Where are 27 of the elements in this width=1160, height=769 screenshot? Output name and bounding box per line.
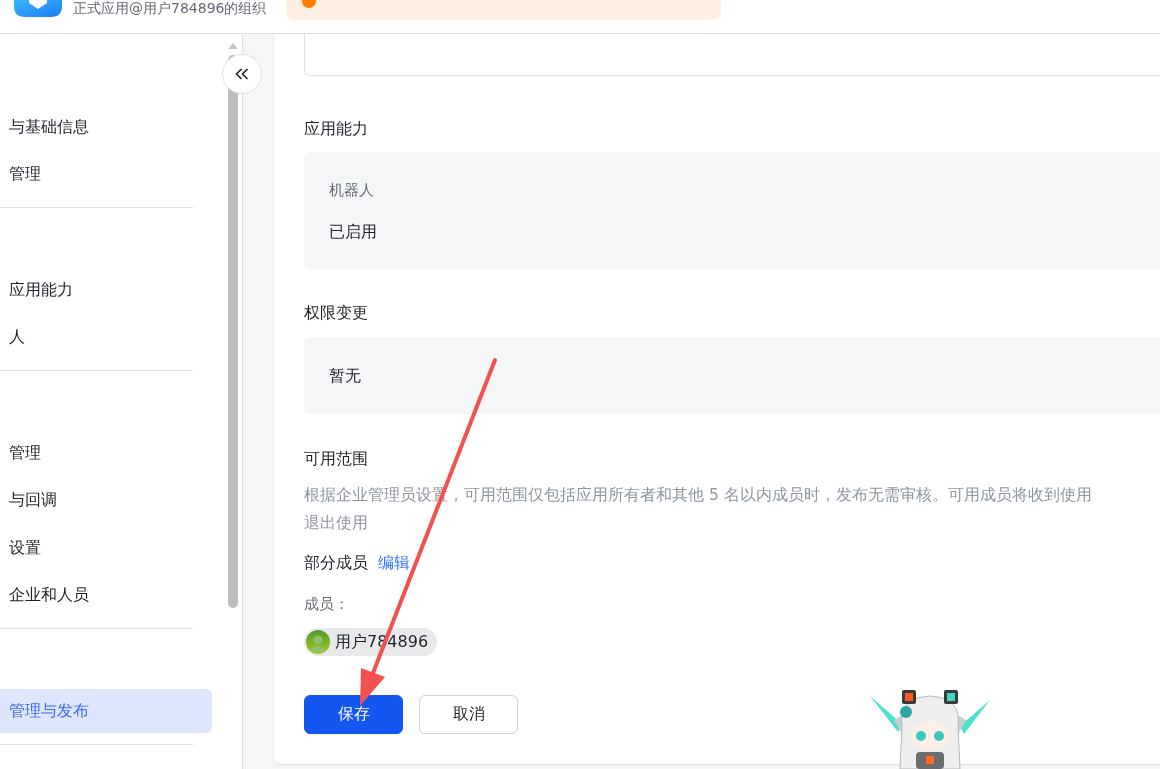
scope-text: 部分成员 [304,552,368,574]
org-name: 正式应用@用户784896的组织 [73,0,267,17]
sidebar-item[interactable]: 与基础信息 [0,105,212,149]
members-label: 成员： [304,594,349,615]
edit-link[interactable]: 编辑 [378,552,410,574]
input-field[interactable] [304,34,1160,76]
save-button[interactable]: 保存 [304,695,403,734]
section-title: 可用范围 [304,448,369,470]
sidebar-item[interactable]: 与回调 [0,478,212,523]
capability-status: 已启用 [329,221,377,243]
sidebar-item[interactable]: 管理 [0,431,212,475]
sidebar-item[interactable]: 应用能力 [0,268,212,312]
description-text: 退出使用 [304,513,368,534]
permission-status: 暂无 [329,365,361,387]
sidebar-item[interactable]: 管理与发布 [0,689,212,733]
scroll-up-arrow-icon[interactable] [228,43,238,49]
scrollbar-thumb[interactable] [228,55,238,608]
section-title: 权限变更 [304,302,369,324]
sidebar-item[interactable]: 设置 [0,526,212,570]
sidebar-item[interactable]: 人 [0,315,212,360]
sidebar-item[interactable]: 企业和人员 [0,573,212,618]
capability-label: 机器人 [329,180,374,200]
chevrons-left-icon [235,68,249,80]
sidebar-item[interactable]: 管理 [0,152,212,197]
avatar-icon [306,630,330,654]
cancel-button[interactable]: 取消 [419,695,518,734]
section-title: 应用能力 [304,118,369,140]
